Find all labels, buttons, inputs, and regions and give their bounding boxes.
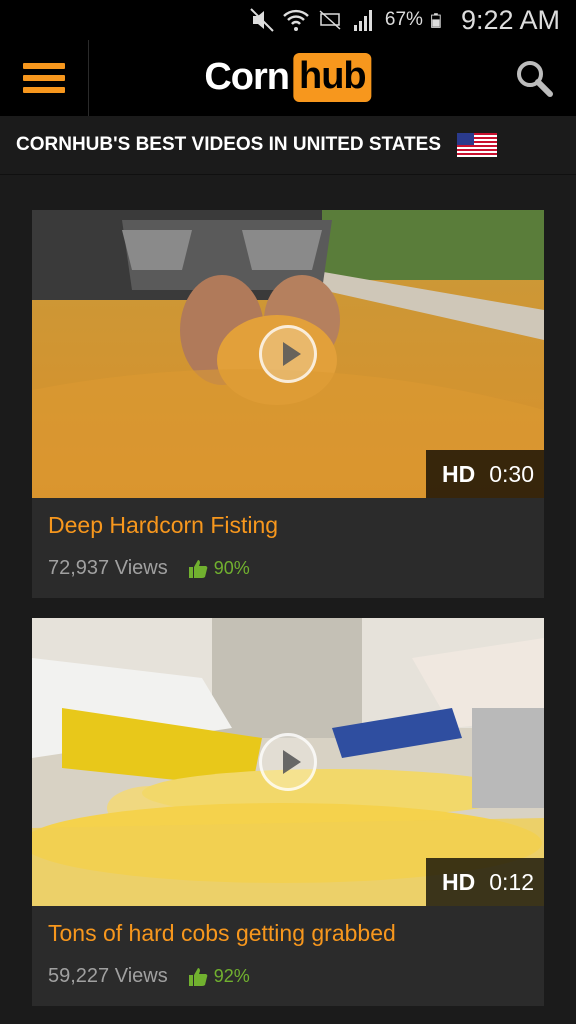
rating: 90% [213,558,250,578]
page-headline: CORNHUB'S BEST VIDEOS IN UNITED STATES [0,116,576,175]
no-sim-icon [319,10,341,30]
duration: 0:12 [489,868,534,895]
battery-percent: 67% [384,9,423,30]
video-card[interactable]: HD 0:30 Deep Hardcorn Fisting 72,937 Vie… [32,210,544,598]
duration-badge: HD 0:12 [426,858,544,906]
top-bar: Corn hub [0,40,576,116]
logo[interactable]: Corn hub [204,53,372,102]
duration-badge: HD 0:30 [426,450,544,498]
duration: 0:30 [489,460,534,487]
logo-text-right: hub [293,53,372,102]
play-icon[interactable] [259,325,317,383]
video-title[interactable]: Deep Hardcorn Fisting [48,512,528,539]
video-title[interactable]: Tons of hard cobs getting grabbed [48,920,528,947]
thumbs-up-icon [188,559,208,578]
video-info: Deep Hardcorn Fisting 72,937 Views 90% [32,498,544,598]
view-count: 72,937 Views [48,557,168,579]
clock: 9:22 AM [460,4,560,35]
headline-text: CORNHUB'S BEST VIDEOS IN UNITED STATES [16,134,442,155]
video-list: HD 0:30 Deep Hardcorn Fisting 72,937 Vie… [0,175,576,1006]
video-info: Tons of hard cobs getting grabbed 59,227… [32,906,544,1006]
menu-button[interactable] [0,40,89,116]
rating: 92% [213,966,250,986]
mute-icon [250,8,274,32]
wifi-icon [283,9,309,31]
play-icon[interactable] [259,733,317,791]
video-meta: 59,227 Views 92% [48,965,528,988]
us-flag-icon [457,133,498,157]
thumbs-up-icon [188,967,208,986]
quality-label: HD [442,460,476,487]
video-meta: 72,937 Views 90% [48,557,528,580]
search-icon[interactable] [514,58,554,98]
logo-text-left: Corn [204,56,290,98]
video-thumbnail[interactable]: HD 0:12 [32,618,544,906]
battery-icon [431,13,441,28]
status-bar: 67% 9:22 AM [0,0,576,40]
video-thumbnail[interactable]: HD 0:30 [32,210,544,498]
quality-label: HD [442,868,476,895]
video-card[interactable]: HD 0:12 Tons of hard cobs getting grabbe… [32,618,544,1006]
view-count: 59,227 Views [48,965,168,987]
menu-icon [23,57,65,99]
signal-icon [353,10,372,31]
